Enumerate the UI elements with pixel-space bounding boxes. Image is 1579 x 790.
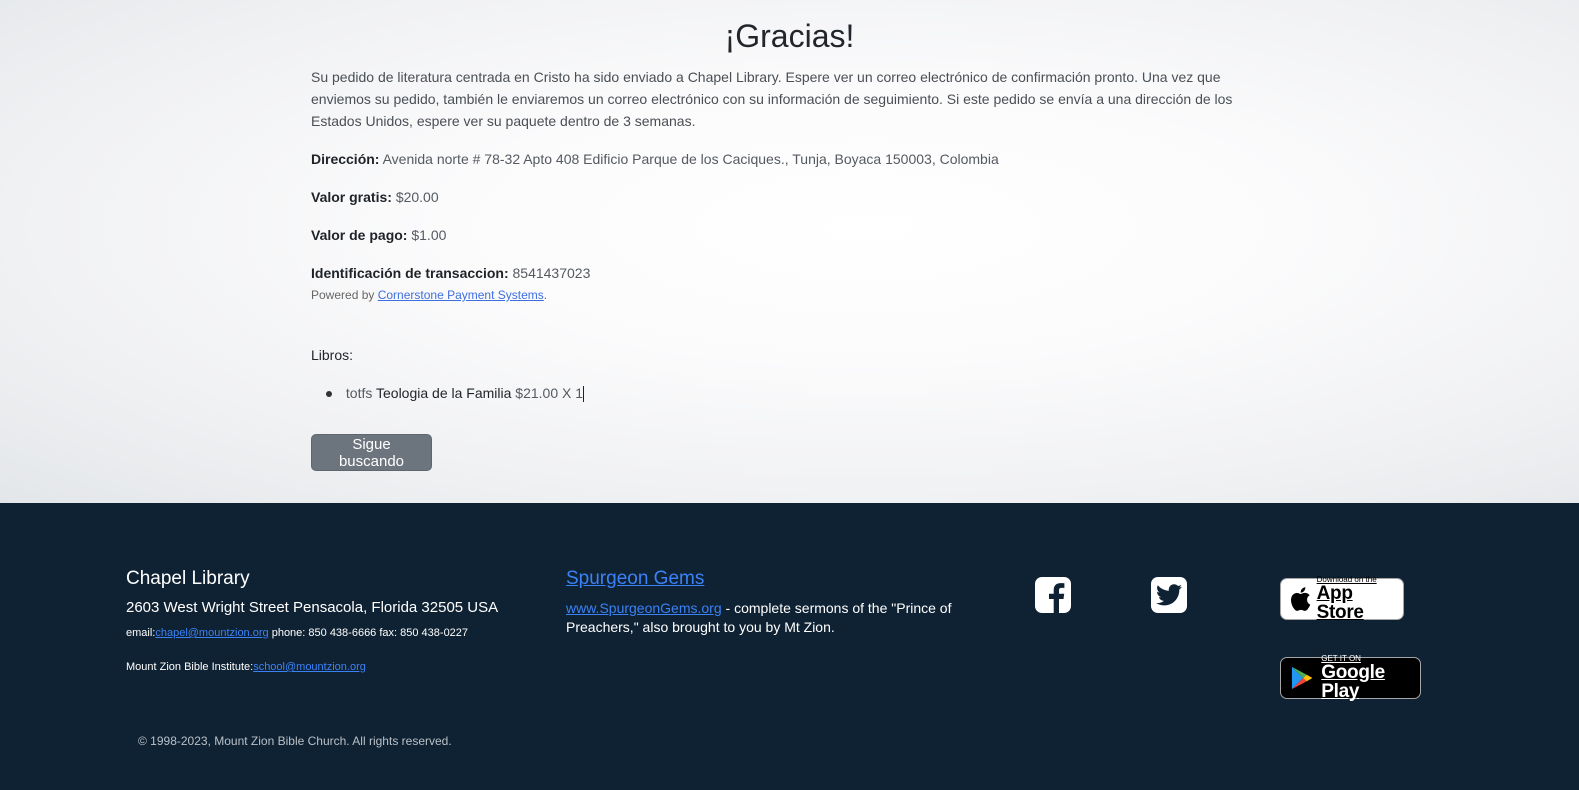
transaction-id: 8541437023 bbox=[512, 265, 591, 281]
confirmation-message: Su pedido de literatura centrada en Cris… bbox=[311, 69, 1233, 129]
app-store-badge[interactable]: Download on the App Store bbox=[1280, 576, 1404, 623]
cornerstone-link[interactable]: Cornerstone Payment Systems bbox=[378, 288, 544, 302]
email-label: email: bbox=[126, 627, 156, 639]
free-value-label: Valor gratis: bbox=[311, 189, 392, 205]
confirmation-content: Su pedido de literatura centrada en Cris… bbox=[311, 66, 1241, 132]
twitter-icon[interactable] bbox=[1151, 577, 1187, 613]
address-label: Dirección: bbox=[311, 151, 380, 167]
page-title: ¡Gracias! bbox=[724, 18, 855, 54]
bullet-icon bbox=[326, 391, 332, 398]
footer: Chapel Library 2603 West Wright Street P… bbox=[0, 503, 1579, 790]
powered-by: Powered by Cornerstone Payment Systems. bbox=[311, 288, 547, 302]
transaction-label: Identificación de transaccion: bbox=[311, 265, 509, 281]
free-value-amount: $20.00 bbox=[395, 189, 439, 205]
address-row: Dirección: Avenida norte # 78-32 Apto 40… bbox=[311, 151, 999, 167]
phone-fax: phone: 850 438-6666 fax: 850 438-0227 bbox=[271, 627, 469, 639]
footer-institute: Mount Zion Bible Institute:school@mountz… bbox=[126, 661, 366, 673]
spurgeon-gems-title-link[interactable]: Spurgeon Gems bbox=[566, 568, 704, 590]
google-play-badge[interactable]: GET IT ON Google Play bbox=[1280, 655, 1421, 702]
google-play-big-text: Google Play bbox=[1321, 662, 1385, 702]
transaction-row: Identificación de transaccion: 854143702… bbox=[311, 265, 590, 281]
app-store-big-text: App Store bbox=[1316, 583, 1364, 623]
free-value-row: Valor gratis: $20.00 bbox=[311, 189, 439, 205]
payment-value-row: Valor de pago: $1.00 bbox=[311, 227, 446, 243]
payment-value-label: Valor de pago: bbox=[311, 227, 408, 243]
footer-address: 2603 West Wright Street Pensacola, Flori… bbox=[126, 599, 499, 616]
payment-value-amount: $1.00 bbox=[411, 227, 447, 243]
books-label: Libros: bbox=[311, 347, 354, 363]
institute-label: Mount Zion Bible Institute: bbox=[126, 661, 254, 673]
facebook-icon[interactable] bbox=[1035, 577, 1071, 613]
footer-org-name: Chapel Library bbox=[126, 568, 250, 589]
book-list-item: totfs Teologia de la Familia $21.00 X 1 bbox=[326, 385, 585, 403]
footer-contact: email:chapel@mountzion.org phone: 850 43… bbox=[126, 627, 468, 639]
twitter-glyph bbox=[1156, 584, 1182, 606]
book-name: Teologia de la Familia bbox=[376, 385, 512, 401]
spurgeon-gems-url-link[interactable]: www.SpurgeonGems.org bbox=[566, 600, 722, 616]
text-cursor bbox=[583, 386, 585, 403]
app-store-text: Download on the App Store bbox=[1316, 576, 1403, 623]
google-play-icon bbox=[1291, 666, 1313, 690]
email-link[interactable]: chapel@mountzion.org bbox=[155, 627, 268, 639]
book-price-qty: $21.00 X 1 bbox=[515, 385, 584, 401]
continue-shopping-button[interactable]: Sigue buscando bbox=[311, 434, 432, 471]
apple-icon bbox=[1291, 587, 1311, 611]
book-code: totfs bbox=[345, 385, 373, 401]
copyright: © 1998-2023, Mount Zion Bible Church. Al… bbox=[138, 734, 452, 748]
google-play-text: GET IT ON Google Play bbox=[1321, 655, 1420, 702]
powered-by-suffix: . bbox=[543, 288, 548, 302]
powered-by-prefix: Powered by bbox=[311, 288, 375, 302]
address-value: Avenida norte # 78-32 Apto 408 Edificio … bbox=[382, 151, 999, 167]
facebook-glyph bbox=[1049, 583, 1065, 613]
spurgeon-gems-description: www.SpurgeonGems.org - complete sermons … bbox=[566, 599, 956, 637]
main-content: ¡Gracias! Su pedido de literatura centra… bbox=[0, 0, 1579, 503]
institute-email-link[interactable]: school@mountzion.org bbox=[253, 661, 366, 673]
